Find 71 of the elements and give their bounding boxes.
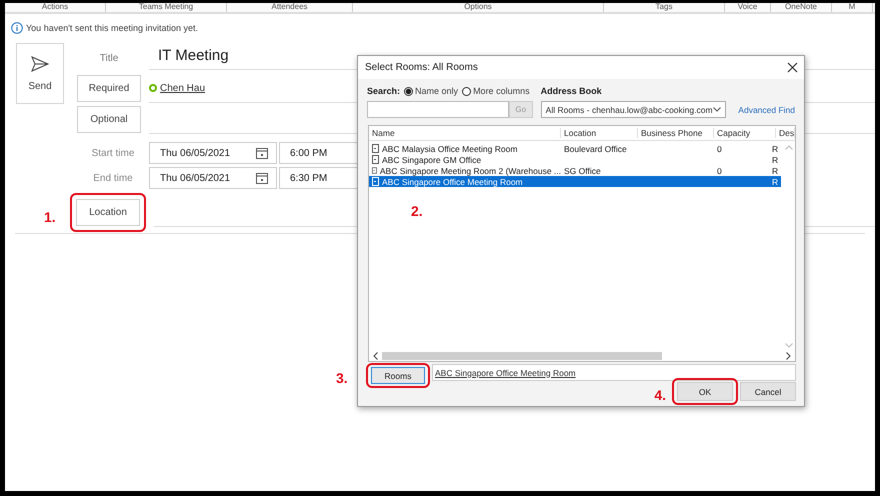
- ribbon-group-label: Teams Meeting: [106, 3, 227, 12]
- rooms-button[interactable]: Rooms: [371, 367, 425, 384]
- room-name: ABC Singapore Office Meeting Room: [382, 176, 523, 186]
- room-capacity: 0: [717, 144, 722, 154]
- room-row[interactable]: ABC Singapore Office Meeting Room R: [369, 176, 781, 187]
- room-description: R: [772, 166, 778, 176]
- room-icon: [372, 166, 377, 175]
- close-icon[interactable]: [787, 62, 798, 73]
- info-icon: [11, 22, 23, 34]
- room-description: R: [772, 176, 778, 186]
- room-icon: [372, 144, 379, 153]
- calendar-icon: [256, 172, 268, 184]
- optional-button[interactable]: Optional: [77, 106, 141, 133]
- room-description: R: [772, 154, 778, 164]
- dialog-title: Select Rooms: All Rooms: [365, 62, 478, 73]
- calendar-icon: [256, 147, 268, 159]
- column-header[interactable]: Name: [369, 128, 561, 138]
- ribbon-group-label: Tags: [604, 3, 725, 12]
- room-icon: [372, 177, 379, 186]
- step-number: 2.: [411, 203, 423, 219]
- room-location: Boulevard Office: [564, 144, 627, 154]
- info-message: You haven't sent this meeting invitation yet.: [26, 23, 198, 33]
- time-label: Start time: [90, 148, 136, 158]
- date-field[interactable]: Thu 06/05/2021: [149, 167, 277, 189]
- step-number: 1.: [44, 209, 56, 225]
- location-button[interactable]: Location: [76, 199, 140, 226]
- room-name: ABC Singapore Meeting Room 2 (Warehouse ...: [380, 166, 561, 176]
- date-field[interactable]: Thu 06/05/2021: [149, 142, 277, 164]
- column-header[interactable]: Capacity: [714, 128, 776, 138]
- advanced-find-link[interactable]: Advanced Find: [738, 104, 795, 114]
- radio-button[interactable]: [404, 86, 414, 96]
- search-label: Search:: [367, 86, 400, 96]
- chevron-left-icon[interactable]: [373, 352, 378, 360]
- ribbon-group-label: Actions: [5, 3, 106, 12]
- search-field[interactable]: [367, 101, 509, 118]
- room-row[interactable]: ABC Singapore Meeting Room 2 (Warehouse ... SG Office 0 R: [369, 165, 781, 176]
- chevron-icon: [713, 107, 722, 112]
- room-row[interactable]: ABC Malaysia Office Meeting Room Boulevard Office 0 R: [369, 143, 781, 154]
- ribbon-group-label: Attendees: [227, 3, 353, 12]
- ok-button[interactable]: OK: [677, 382, 733, 401]
- step-number: 4.: [654, 386, 666, 402]
- cancel-button[interactable]: Cancel: [740, 382, 796, 401]
- room-name: ABC Malaysia Office Meeting Room: [382, 144, 518, 154]
- room-name: ABC Singapore GM Office: [382, 154, 482, 164]
- send-button[interactable]: Send: [16, 43, 64, 104]
- room-capacity: 0: [717, 166, 722, 176]
- room-row[interactable]: ABC Singapore GM Office R: [369, 154, 781, 165]
- radio-label: Name only: [415, 86, 458, 96]
- room-location: SG Office: [564, 166, 601, 176]
- required-button[interactable]: Required: [77, 75, 141, 102]
- room-description: R: [772, 144, 778, 154]
- radio-button[interactable]: [462, 86, 472, 96]
- ribbon-group-label: M: [832, 3, 873, 12]
- ribbon-group-label: Options: [353, 3, 604, 12]
- ribbon-group-label: OneNote: [771, 3, 832, 12]
- presence-icon: [149, 84, 157, 92]
- title-label: Title: [98, 52, 120, 64]
- radio-label: More columns: [473, 86, 530, 96]
- send-icon: [31, 56, 49, 72]
- time-label: End time: [92, 172, 134, 184]
- column-header[interactable]: Des: [776, 128, 795, 138]
- column-header[interactable]: Business Phone: [638, 128, 714, 138]
- step-number: 3.: [336, 370, 348, 386]
- room-icon: [372, 155, 379, 164]
- chevron-right-icon[interactable]: [786, 352, 791, 360]
- address-book-label: Address Book: [540, 86, 602, 96]
- rooms-field[interactable]: ABC Singapore Office Meeting Room: [432, 364, 796, 381]
- attendee-link[interactable]: Chen Hau: [160, 82, 206, 94]
- ribbon-group-label: Voice: [725, 3, 771, 12]
- column-header[interactable]: Location: [561, 128, 638, 138]
- address-book-dropdown[interactable]: All Rooms - chenhau.low@abc-cooking.com: [540, 101, 726, 118]
